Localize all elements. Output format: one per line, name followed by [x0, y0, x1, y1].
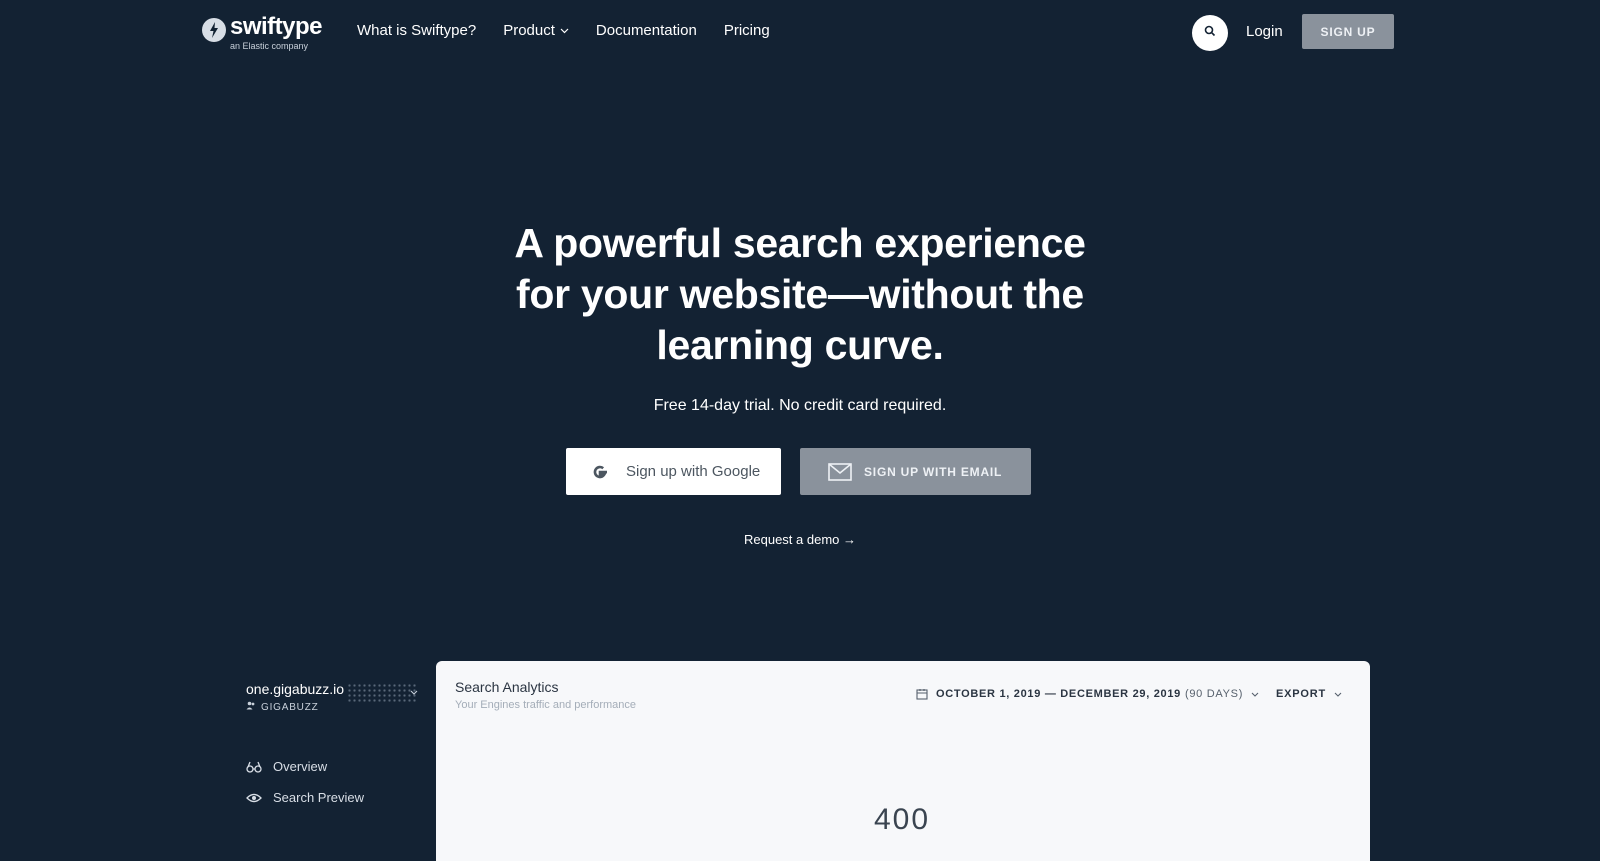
nav-link-what-is-swiftype[interactable]: What is Swiftype? — [357, 22, 476, 39]
hero-title: A powerful search experience for your we… — [400, 218, 1200, 371]
export-button[interactable]: EXPORT — [1276, 688, 1342, 700]
dashboard-sidebar: one.gigabuzz.io GIGABUZZ Overview Search… — [232, 672, 432, 822]
metric-value: 400 — [874, 803, 931, 836]
signup-google-button[interactable]: Sign up with Google — [566, 448, 781, 495]
date-range-days: (90 DAYS) — [1185, 688, 1244, 700]
site-switcher-pattern — [347, 683, 417, 703]
organization-label: GIGABUZZ — [246, 701, 319, 713]
sidebar-item-label: Overview — [273, 759, 328, 774]
sidebar-item-search-preview[interactable]: Search Preview — [246, 790, 364, 805]
search-icon — [1204, 24, 1216, 42]
signup-button[interactable]: SIGN UP — [1302, 14, 1394, 49]
organization-name: GIGABUZZ — [261, 701, 319, 713]
nav-link-label: Pricing — [723, 22, 770, 39]
google-icon — [588, 460, 612, 484]
hero-title-line: learning curve. — [656, 322, 944, 368]
request-demo-link[interactable]: Request a demo → — [700, 532, 900, 547]
chevron-down-icon — [1334, 689, 1342, 699]
nav-link-documentation[interactable]: Documentation — [596, 22, 697, 39]
chevron-down-icon — [560, 26, 569, 37]
site-switcher[interactable]: one.gigabuzz.io GIGABUZZ — [232, 678, 432, 716]
sidebar-item-label: Search Preview — [273, 790, 365, 805]
logo-tagline: an Elastic company — [230, 41, 309, 51]
top-navigation: swiftype an Elastic company What is Swif… — [0, 0, 1600, 64]
hero-title-line: for your website—without the — [516, 271, 1084, 317]
date-range-picker[interactable]: OCTOBER 1, 2019 — DECEMBER 29, 2019 (90 … — [916, 688, 1259, 700]
logo-text: swiftype an Elastic company — [230, 13, 323, 52]
binoculars-icon — [246, 761, 264, 773]
nav-links: What is Swiftype? Product Documentation … — [357, 22, 797, 39]
search-analytics-panel: Search Analytics Your Engines traffic an… — [436, 661, 1370, 861]
export-label: EXPORT — [1276, 688, 1327, 700]
users-icon — [246, 701, 256, 713]
date-range-value: OCTOBER 1, 2019 — DECEMBER 29, 2019 — [936, 688, 1181, 700]
envelope-icon — [828, 462, 852, 481]
eye-icon — [246, 792, 264, 804]
nav-link-label: Documentation — [595, 22, 697, 39]
sidebar-item-overview[interactable]: Overview — [246, 759, 327, 774]
signup-email-label: SIGN UP WITH EMAIL — [864, 464, 1003, 479]
nav-link-label: Product — [503, 22, 555, 39]
nav-link-product[interactable]: Product — [503, 22, 569, 39]
calendar-icon — [916, 688, 928, 700]
login-link[interactable]: Login — [1246, 23, 1283, 40]
nav-link-pricing[interactable]: Pricing — [724, 22, 770, 39]
signup-button-label: SIGN UP — [1320, 24, 1376, 39]
logo-wordmark: swiftype — [230, 13, 323, 40]
nav-link-label: What is Swiftype? — [357, 22, 477, 39]
signup-email-button[interactable]: SIGN UP WITH EMAIL — [800, 448, 1031, 495]
swiftype-logo[interactable]: swiftype an Elastic company — [202, 13, 323, 52]
panel-subtitle: Your Engines traffic and performance — [455, 699, 637, 711]
hero-title-line: A powerful search experience — [514, 220, 1086, 266]
bolt-icon — [202, 18, 226, 42]
search-button[interactable] — [1192, 15, 1228, 51]
site-name: one.gigabuzz.io — [246, 681, 345, 697]
panel-title: Search Analytics — [455, 679, 559, 695]
chevron-down-icon — [1251, 689, 1259, 699]
signup-google-label: Sign up with Google — [626, 463, 761, 480]
hero-subtitle: Free 14-day trial. No credit card requir… — [653, 397, 947, 414]
chevron-down-icon — [410, 687, 418, 697]
